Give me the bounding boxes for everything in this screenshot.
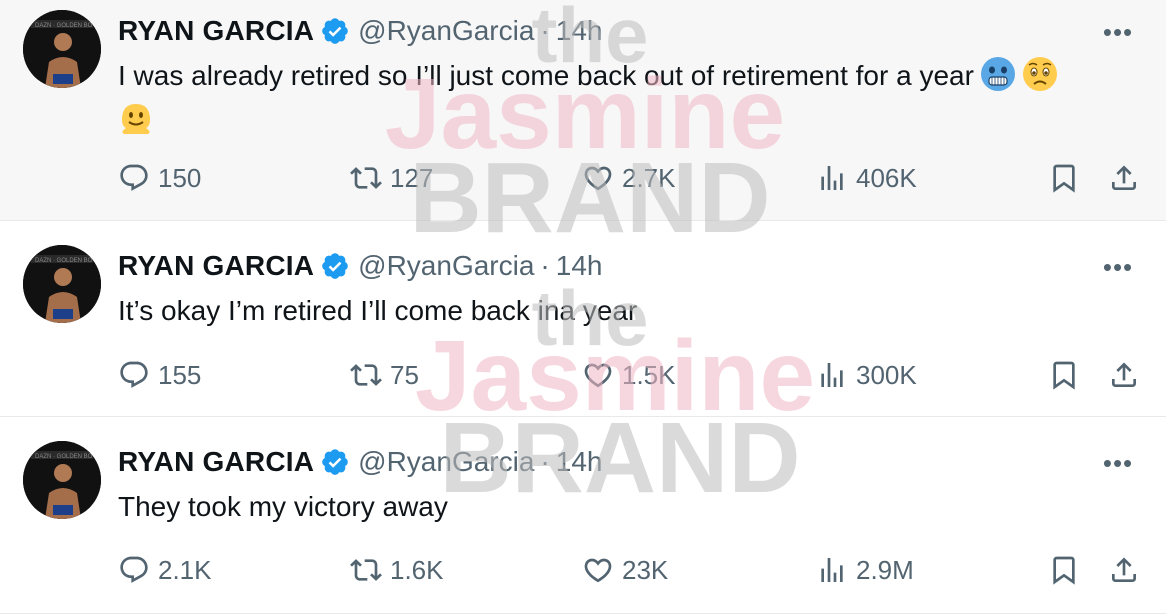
tweet[interactable]: DAZN · GOLDEN BOY RYAN GARCIA @RyanGarci… xyxy=(0,417,1166,614)
svg-text:DAZN · GOLDEN BOY: DAZN · GOLDEN BOY xyxy=(35,258,96,264)
bookmark-icon xyxy=(1053,556,1075,585)
tweet-header: RYAN GARCIA @RyanGarcia · 14h xyxy=(118,249,602,283)
tweet-feed: DAZN · GOLDEN BOY RYAN GARCIA @RyanGarci… xyxy=(0,0,1166,614)
like-button[interactable]: 23K xyxy=(582,550,668,590)
reply-count: 2.1K xyxy=(158,554,212,585)
svg-text:DAZN · GOLDEN BOY: DAZN · GOLDEN BOY xyxy=(35,23,96,29)
share-button[interactable] xyxy=(1108,550,1140,590)
reply-icon xyxy=(120,556,148,583)
view-count: 300K xyxy=(856,359,917,390)
action-bar: 150 127 2.7K 406K xyxy=(118,158,1148,198)
retweet-count: 127 xyxy=(390,162,434,193)
heart-icon xyxy=(584,558,612,583)
views-button[interactable]: 300K xyxy=(816,355,917,395)
reply-icon xyxy=(120,164,148,191)
more-options-icon[interactable]: ••• xyxy=(1098,448,1138,478)
bookmark-button[interactable] xyxy=(1048,158,1080,198)
like-count: 2.7K xyxy=(622,162,676,193)
more-options-icon[interactable]: ••• xyxy=(1098,17,1138,47)
retweet-icon xyxy=(350,559,382,581)
avatar[interactable]: DAZN · GOLDEN BOY xyxy=(23,441,101,519)
handle[interactable]: @RyanGarcia xyxy=(358,446,534,478)
separator-dot: · xyxy=(540,15,550,46)
views-icon xyxy=(821,558,843,582)
heart-icon xyxy=(584,363,612,388)
view-count: 406K xyxy=(856,162,917,193)
display-name[interactable]: RYAN GARCIA xyxy=(118,250,314,282)
like-count: 23K xyxy=(622,554,669,585)
tweet-header: RYAN GARCIA @RyanGarcia · 14h xyxy=(118,445,602,479)
melting-face-emoji xyxy=(118,100,154,136)
more-options-icon[interactable]: ••• xyxy=(1098,252,1138,282)
timestamp[interactable]: 14h xyxy=(556,250,603,282)
tweet-text-content: I was already retired so I’ll just come … xyxy=(118,60,974,91)
retweet-button[interactable]: 1.6K xyxy=(350,550,444,590)
tweet-header: RYAN GARCIA @RyanGarcia · 14h xyxy=(118,14,602,48)
anxious-face-emoji xyxy=(1022,56,1058,92)
like-count: 1.5K xyxy=(622,359,676,390)
share-button[interactable] xyxy=(1108,158,1140,198)
views-icon xyxy=(821,166,843,190)
action-bar: 2.1K 1.6K 23K 2.9M xyxy=(118,550,1148,590)
display-name[interactable]: RYAN GARCIA xyxy=(118,15,314,47)
share-button[interactable] xyxy=(1108,355,1140,395)
retweet-button[interactable]: 127 xyxy=(350,158,433,198)
separator-dot: · xyxy=(540,446,550,477)
bookmark-button[interactable] xyxy=(1048,550,1080,590)
svg-text:DAZN · GOLDEN BOY: DAZN · GOLDEN BOY xyxy=(35,454,96,460)
timestamp[interactable]: 14h xyxy=(556,446,603,478)
timestamp[interactable]: 14h xyxy=(556,15,603,47)
tweet-text: It’s okay I’m retired I’ll come back ina… xyxy=(118,295,638,326)
like-button[interactable]: 2.7K xyxy=(582,158,676,198)
verified-badge-icon xyxy=(320,447,350,477)
views-button[interactable]: 406K xyxy=(816,158,917,198)
avatar[interactable]: DAZN · GOLDEN BOY xyxy=(23,245,101,323)
retweet-count: 1.6K xyxy=(390,554,444,585)
verified-badge-icon xyxy=(320,251,350,281)
cold-face-emoji xyxy=(980,56,1016,92)
verified-badge-icon xyxy=(320,16,350,46)
share-icon xyxy=(1112,362,1136,387)
action-bar: 155 75 1.5K 300K xyxy=(118,355,1148,395)
reply-count: 155 xyxy=(158,359,202,390)
handle[interactable]: @RyanGarcia xyxy=(358,250,534,282)
tweet-text: I was already retired so I’ll just come … xyxy=(118,54,1148,142)
heart-icon xyxy=(584,166,612,191)
separator-dot: · xyxy=(540,250,550,281)
bookmark-icon xyxy=(1053,164,1075,193)
bookmark-button[interactable] xyxy=(1048,355,1080,395)
retweet-icon xyxy=(350,364,382,386)
tweet[interactable]: DAZN · GOLDEN BOY RYAN GARCIA @RyanGarci… xyxy=(0,221,1166,417)
view-count: 2.9M xyxy=(856,554,914,585)
reply-button[interactable]: 2.1K xyxy=(118,550,212,590)
reply-button[interactable]: 150 xyxy=(118,158,201,198)
display-name[interactable]: RYAN GARCIA xyxy=(118,446,314,478)
retweet-icon xyxy=(350,167,382,189)
retweet-button[interactable]: 75 xyxy=(350,355,419,395)
tweet-text: They took my victory away xyxy=(118,491,448,522)
share-icon xyxy=(1112,557,1136,582)
handle[interactable]: @RyanGarcia xyxy=(358,15,534,47)
like-button[interactable]: 1.5K xyxy=(582,355,676,395)
retweet-count: 75 xyxy=(390,359,419,390)
share-icon xyxy=(1112,165,1136,190)
reply-count: 150 xyxy=(158,162,202,193)
reply-icon xyxy=(120,361,148,388)
views-button[interactable]: 2.9M xyxy=(816,550,914,590)
views-icon xyxy=(821,363,843,387)
bookmark-icon xyxy=(1053,361,1075,390)
reply-button[interactable]: 155 xyxy=(118,355,201,395)
tweet[interactable]: DAZN · GOLDEN BOY RYAN GARCIA @RyanGarci… xyxy=(0,0,1166,221)
avatar[interactable]: DAZN · GOLDEN BOY xyxy=(23,10,101,88)
